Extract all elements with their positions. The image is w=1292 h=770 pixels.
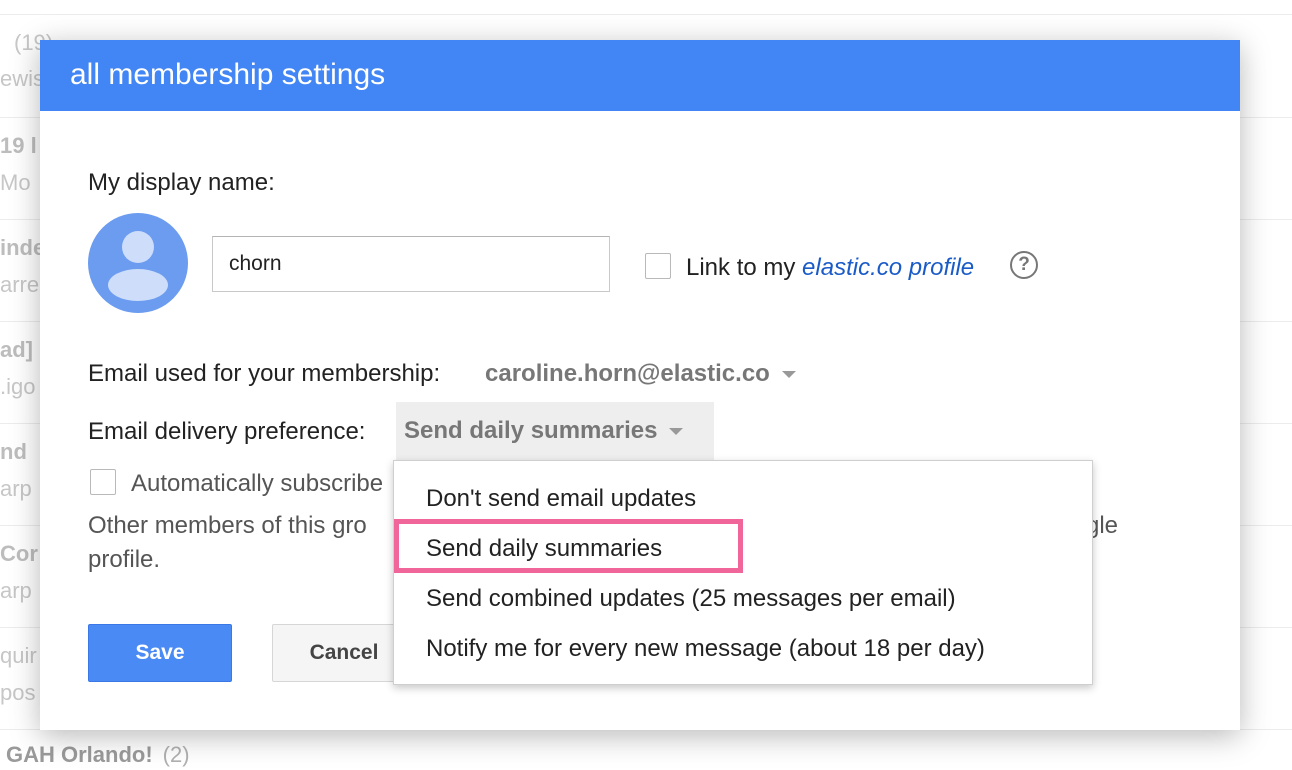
menu-item-dont-send[interactable]: Don't send email updates xyxy=(426,485,696,513)
list-item-gah-orlando[interactable]: GAH Orlando! (2) xyxy=(6,742,190,768)
list-item-subtitle: Mo xyxy=(0,170,31,195)
display-name-label: My display name: xyxy=(88,169,275,196)
list-item-subtitle: arp xyxy=(0,578,32,603)
email-label: Email used for your membership: xyxy=(88,360,441,387)
list-item-title: Cor xyxy=(0,541,38,566)
save-button[interactable]: Save xyxy=(88,624,232,682)
avatar-body-shape xyxy=(108,269,168,301)
link-profile-prefix: Link to my xyxy=(686,254,803,281)
list-item-count: (2) xyxy=(162,742,190,767)
elastic-profile-link[interactable]: elastic.co profile xyxy=(802,254,974,281)
list-item-subtitle: pos xyxy=(0,680,36,705)
list-item-title: inde xyxy=(0,235,46,260)
avatar-head-shape xyxy=(122,231,154,263)
dialog-header: all membership settings xyxy=(40,40,1240,111)
help-icon[interactable]: ? xyxy=(1010,251,1038,279)
link-profile-checkbox[interactable] xyxy=(645,253,671,279)
menu-item-every-message[interactable]: Notify me for every new message (about 1… xyxy=(426,635,985,663)
auto-subscribe-label: Automatically subscribe xyxy=(131,470,384,497)
list-item-title: GAH Orlando! xyxy=(6,742,153,767)
delivery-preference-menu: Don't send email updates Send daily summ… xyxy=(393,460,1093,685)
list-item-title: nd xyxy=(0,439,27,464)
list-item-subtitle: .igo xyxy=(0,374,36,399)
list-item-subtitle: ewis xyxy=(0,66,45,91)
dialog-title: all membership settings xyxy=(70,58,386,91)
delivery-label: Email delivery preference: xyxy=(88,418,366,445)
menu-item-daily-summaries[interactable]: Send daily summaries xyxy=(426,535,662,563)
list-item-title: quir xyxy=(0,643,37,668)
link-profile-label: Link to my elastic.co profile xyxy=(686,254,974,282)
chevron-down-icon xyxy=(781,371,796,379)
avatar[interactable] xyxy=(88,213,188,313)
email-select[interactable]: caroline.horn@elastic.co xyxy=(485,360,796,388)
email-value: caroline.horn@elastic.co xyxy=(485,360,770,387)
display-name-input[interactable] xyxy=(212,236,610,292)
profile-text: profile. xyxy=(88,546,161,573)
menu-item-combined-updates[interactable]: Send combined updates (25 messages per e… xyxy=(426,585,956,613)
list-item-subtitle: arp xyxy=(0,476,32,501)
list-divider xyxy=(0,14,1292,15)
delivery-value: Send daily summaries xyxy=(404,417,658,444)
other-members-text: Other members of this gro xyxy=(88,512,367,539)
auto-subscribe-checkbox[interactable] xyxy=(90,469,116,495)
list-item-title: 19 l xyxy=(0,133,37,158)
list-item-title: ad] xyxy=(0,337,33,362)
list-item-subtitle: arre xyxy=(0,272,40,297)
delivery-preference-select[interactable]: Send daily summaries xyxy=(396,402,714,460)
chevron-down-icon xyxy=(669,428,684,436)
